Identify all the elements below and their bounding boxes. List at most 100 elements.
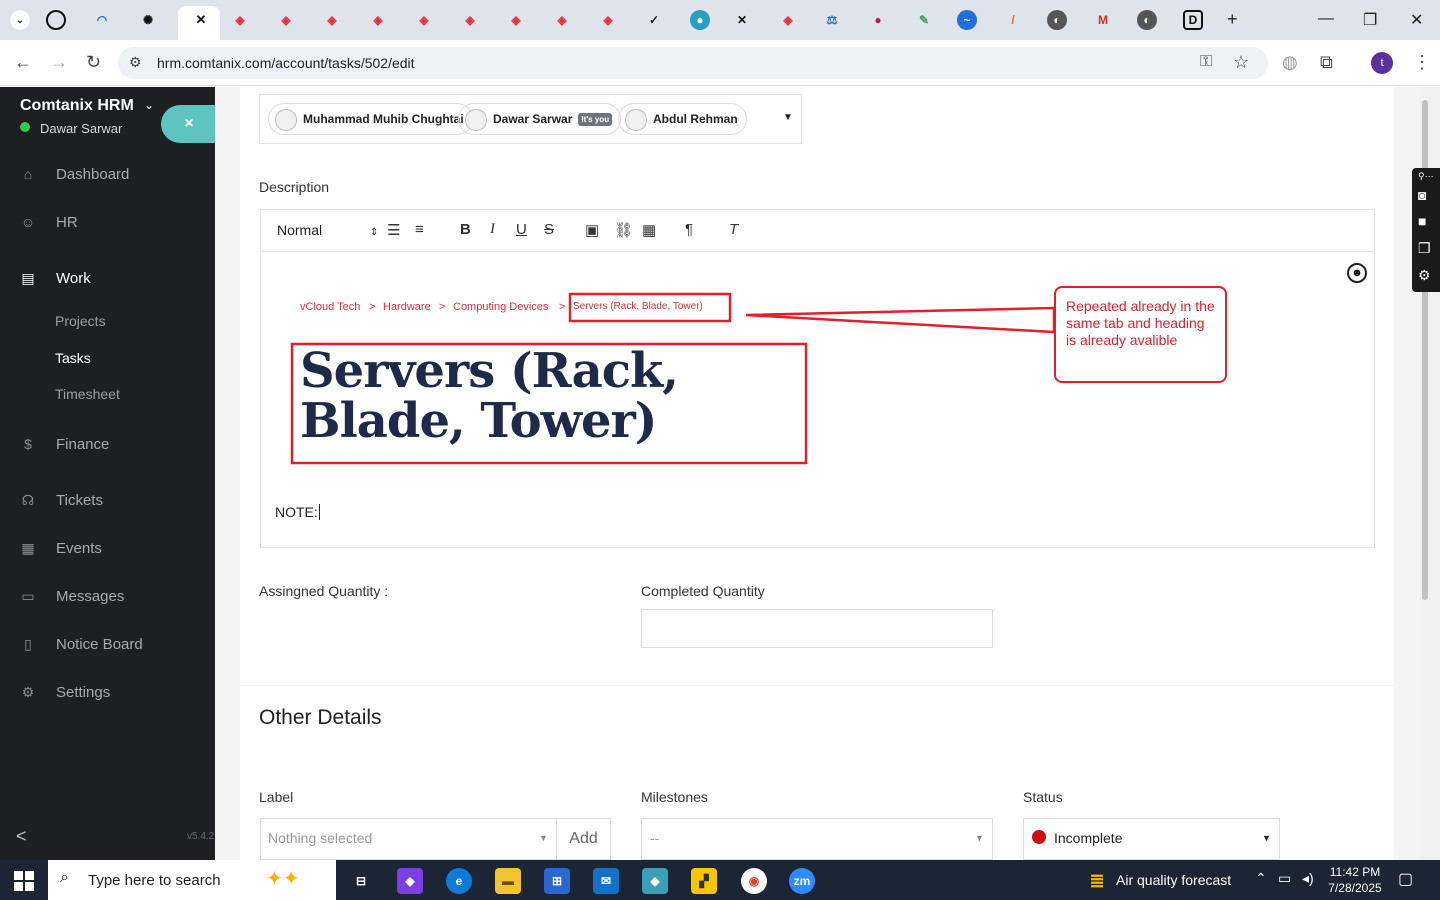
video-icon[interactable]: ▦ — [642, 221, 656, 239]
tab-favicon[interactable]: ◐ — [1047, 10, 1067, 30]
tab-favicon[interactable]: ✎ — [914, 10, 934, 30]
copilot-icon[interactable]: ◆ — [397, 868, 423, 894]
minimize-button[interactable]: — — [1318, 10, 1334, 28]
link-icon[interactable]: ⚲⋯ — [1418, 171, 1434, 182]
window-capture-icon[interactable]: ❐ — [1418, 240, 1431, 257]
assignee-chip[interactable]: Muhammad Muhib Chughtai — [268, 103, 473, 135]
sidebar-item-notice-board[interactable]: ▯ Notice Board — [0, 624, 215, 664]
weather-text[interactable]: Air quality forecast — [1116, 872, 1231, 888]
tab-favicon[interactable]: ◈ — [778, 10, 798, 30]
sidebar-item-settings[interactable]: ⚙ Settings — [0, 672, 215, 712]
tab-favicon[interactable]: ◈ — [552, 10, 572, 30]
task-view-icon[interactable]: ⊟ — [348, 868, 374, 894]
site-info-icon[interactable]: ⚙ — [129, 54, 142, 71]
password-key-icon[interactable]: ⚿ — [1200, 53, 1212, 71]
milestones-select[interactable] — [641, 818, 993, 860]
camera-icon[interactable]: ◙ — [1418, 187, 1426, 203]
tab-favicon[interactable]: ● — [690, 10, 710, 30]
tab-favicon[interactable]: ◈ — [414, 10, 434, 30]
ordered-list-icon[interactable]: ☰ — [387, 221, 400, 239]
network-icon[interactable]: ▭ — [1278, 870, 1291, 887]
profile-avatar[interactable]: t — [1371, 52, 1393, 74]
tab-favicon[interactable]: D — [1183, 10, 1203, 30]
tab-favicon[interactable]: ◈ — [230, 10, 250, 30]
extensions-icon[interactable]: ⧉ — [1320, 52, 1333, 73]
caret-down-icon[interactable]: ▼ — [783, 112, 793, 123]
video-camera-icon[interactable]: ■ — [1418, 213, 1426, 229]
reload-icon[interactable]: ↻ — [86, 52, 101, 73]
image-icon[interactable]: ▣ — [585, 221, 599, 239]
sidebar-item-work[interactable]: ▤ Work — [0, 258, 215, 298]
tab-search-dropdown-icon[interactable]: ⌄ — [10, 10, 30, 30]
translate-icon[interactable]: ◍ — [1282, 52, 1298, 73]
text-direction-icon[interactable]: ¶ — [685, 221, 693, 238]
back-arrow-icon[interactable]: ← — [14, 52, 32, 73]
bookmark-star-icon[interactable]: ☆ — [1233, 52, 1249, 73]
bullet-list-icon[interactable]: ≡ — [415, 221, 424, 238]
link-icon[interactable]: ⛓ — [614, 221, 633, 239]
store-icon[interactable]: ⊞ — [544, 868, 570, 894]
tab-favicon[interactable]: ◈ — [276, 10, 296, 30]
tray-chevron-icon[interactable]: ⌃ — [1255, 870, 1267, 887]
windows-start-icon[interactable] — [14, 871, 34, 891]
italic-icon[interactable]: I — [490, 221, 495, 238]
format-select[interactable]: Normal ⇕ — [277, 222, 378, 238]
sidebar-item-events[interactable]: ▦ Events — [0, 528, 215, 568]
tab-favicon[interactable]: ◈ — [368, 10, 388, 30]
underline-icon[interactable]: U — [516, 221, 527, 238]
tab-favicon[interactable]: ✕ — [732, 10, 752, 30]
tab-favicon[interactable]: ◈ — [460, 10, 480, 30]
assignee-chip[interactable]: Abdul Rehman — [618, 103, 747, 135]
new-tab-button[interactable]: + — [1227, 9, 1238, 30]
file-explorer-icon[interactable]: ▬ — [495, 868, 521, 894]
close-tab-icon[interactable]: ✕ — [191, 10, 211, 30]
tab-favicon[interactable]: ◐ — [1137, 10, 1157, 30]
sidebar-item-finance[interactable]: $ Finance — [0, 424, 215, 464]
edge-icon[interactable]: e — [446, 868, 472, 894]
add-label-button[interactable]: Add — [556, 818, 611, 860]
tab-favicon[interactable]: ◈ — [322, 10, 342, 30]
app-icon[interactable]: ◆ — [642, 868, 668, 894]
sidebar-subitem-tasks[interactable]: Tasks — [55, 350, 91, 366]
restore-button[interactable]: ❐ — [1363, 10, 1377, 30]
url-text[interactable]: hrm.comtanix.com/account/tasks/502/edit — [157, 55, 415, 71]
tab-favicon[interactable]: ⚖ — [822, 10, 842, 30]
strikethrough-icon[interactable]: S — [544, 221, 554, 238]
tab-favicon[interactable]: ◈ — [598, 10, 618, 30]
close-window-button[interactable]: ✕ — [1410, 10, 1423, 30]
zoom-icon[interactable]: zm — [789, 868, 815, 894]
assignee-chip[interactable]: Dawar Sarwar It's you — [458, 103, 622, 135]
tab-favicon[interactable]: ✺ — [138, 10, 158, 30]
sidebar-subitem-projects[interactable]: Projects — [55, 313, 106, 329]
sidebar-item-dashboard[interactable]: ⌂ Dashboard — [0, 154, 215, 194]
tab-favicon[interactable]: ✓ — [644, 10, 664, 30]
emoji-icon[interactable]: ☻ — [1347, 263, 1367, 283]
tab-favicon[interactable]: ◠ — [92, 10, 112, 30]
forward-arrow-icon[interactable]: → — [50, 52, 68, 73]
completed-quantity-input[interactable] — [641, 609, 993, 648]
sidebar-item-tickets[interactable]: ☊ Tickets — [0, 480, 215, 520]
sidebar-item-messages[interactable]: ▭ Messages — [0, 576, 215, 616]
menu-dots-icon[interactable]: ⋮ — [1413, 52, 1431, 73]
taskbar-clock[interactable]: 11:42 PM 7/28/2025 — [1326, 864, 1384, 896]
tab-favicon[interactable]: ~ — [957, 10, 977, 30]
close-sidebar-button[interactable]: × — [161, 105, 217, 143]
brand-name[interactable]: Comtanix HRM — [20, 97, 134, 115]
sidebar-item-hr[interactable]: ☺ HR — [0, 202, 215, 242]
chrome-icon[interactable]: ◉ — [741, 868, 767, 894]
notification-icon[interactable]: ▢ — [1398, 869, 1413, 889]
clear-format-icon[interactable]: T — [729, 221, 738, 238]
tab-favicon[interactable]: ◈ — [506, 10, 526, 30]
gmail-icon[interactable]: M — [1093, 10, 1113, 30]
chevron-down-icon[interactable]: ⌄ — [144, 98, 154, 112]
collapse-sidebar-icon[interactable]: < — [16, 826, 27, 847]
volume-icon[interactable]: ◂) — [1302, 870, 1314, 887]
tab-favicon[interactable]: / — [1003, 10, 1023, 30]
note-text[interactable]: NOTE: — [275, 504, 324, 520]
bold-icon[interactable]: B — [460, 221, 471, 238]
weather-icon[interactable]: ≣ — [1084, 868, 1110, 894]
sparkle-icon[interactable]: ✦✦ — [266, 866, 300, 891]
mail-icon[interactable]: ✉ — [593, 868, 619, 894]
sidebar-subitem-timesheet[interactable]: Timesheet — [55, 386, 120, 402]
gear-icon[interactable]: ⚙ — [1418, 267, 1431, 284]
